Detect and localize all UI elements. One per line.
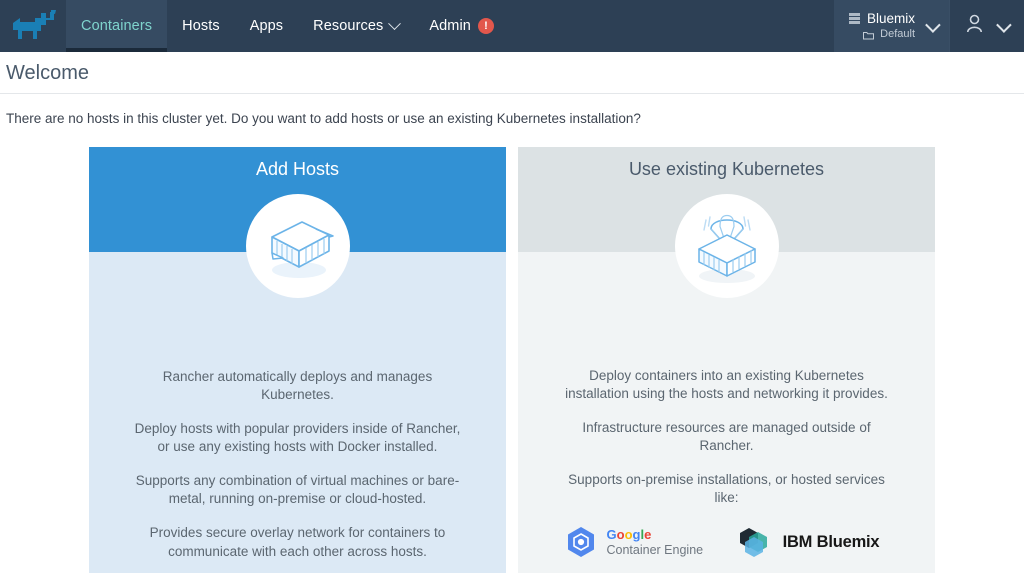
hosted-services-logos: Google Container Engine IBM Bluemix [564, 525, 890, 573]
shipping-container-icon [245, 194, 350, 298]
navbar-right: Bluemix Default [833, 0, 1024, 52]
environment-name: Bluemix [866, 10, 915, 26]
rancher-cow-logo [7, 9, 59, 43]
user-menu[interactable] [949, 0, 1024, 52]
nav-label-admin: Admin [429, 18, 471, 34]
top-navbar: Containers Hosts Apps Resources Admin ! [0, 0, 1024, 52]
chevron-down-icon [925, 16, 941, 33]
google-container-engine-logo: Google Container Engine [564, 525, 727, 559]
card-add-hosts-paragraph-4: Provides secure overlay network for cont… [149, 525, 446, 559]
environment-name-row: Bluemix [848, 11, 915, 27]
card-add-hosts-paragraph-3: Supports any combination of virtual mach… [135, 473, 460, 507]
card-add-hosts-text: Rancher automatically deploys and manage… [89, 368, 506, 573]
environment-switcher[interactable]: Bluemix Default [833, 0, 949, 52]
environment-labels: Bluemix Default [848, 11, 915, 41]
card-add-hosts-body: Rancher automatically deploys and manage… [89, 194, 506, 573]
card-kubernetes-paragraph-2: Infrastructure resources are managed out… [582, 420, 871, 454]
nav-item-hosts[interactable]: Hosts [167, 0, 235, 52]
option-cards: Add Hosts Rancher automatically deploys … [0, 147, 1024, 573]
chevron-down-icon [996, 16, 1012, 33]
nav-item-admin[interactable]: Admin ! [414, 0, 509, 52]
nav-item-apps[interactable]: Apps [235, 0, 298, 52]
ibm-wordmark: IBM [782, 532, 813, 551]
admin-alert-badge: ! [477, 18, 494, 34]
nav-item-resources[interactable]: Resources [298, 0, 414, 52]
ibm-bluemix-text: IBM Bluemix [783, 533, 880, 552]
google-wordmark: Google [606, 527, 652, 543]
parachute-container-icon [674, 194, 779, 298]
folder-icon [863, 30, 875, 40]
environment-project: Default [880, 28, 915, 41]
card-use-existing-kubernetes[interactable]: Use existing Kubernetes Deploy container… [518, 147, 935, 573]
server-stack-icon [848, 12, 861, 25]
nav-item-containers[interactable]: Containers [66, 0, 168, 52]
intro-text: There are no hosts in this cluster yet. … [6, 111, 641, 126]
nav-label-hosts: Hosts [182, 18, 220, 34]
bluemix-wordmark: Bluemix [816, 532, 880, 551]
card-use-existing-kubernetes-text: Deploy containers into an existing Kuber… [518, 367, 935, 523]
nav-label-apps: Apps [249, 18, 284, 34]
card-add-hosts[interactable]: Add Hosts Rancher automatically deploys … [89, 147, 506, 573]
google-container-engine-text: Google Container Engine [606, 527, 704, 557]
user-icon [966, 14, 983, 38]
chevron-down-icon [388, 16, 402, 30]
nav-label-containers: Containers [81, 18, 153, 34]
card-add-hosts-paragraph-2: Deploy hosts with popular providers insi… [134, 421, 461, 455]
page-title: Welcome [6, 62, 89, 84]
card-kubernetes-paragraph-1: Deploy containers into an existing Kuber… [565, 368, 888, 402]
environment-project-row: Default [863, 28, 915, 41]
card-use-existing-kubernetes-body: Deploy containers into an existing Kuber… [518, 194, 935, 573]
ibm-bluemix-logo: IBM Bluemix [727, 526, 890, 558]
rancher-logo-link[interactable] [0, 0, 66, 52]
main-nav: Containers Hosts Apps Resources Admin ! [66, 0, 509, 52]
google-product-name: Container Engine [606, 542, 704, 557]
card-kubernetes-paragraph-3: Supports on-premise installations, or ho… [568, 472, 885, 506]
card-add-hosts-paragraph-1: Rancher automatically deploys and manage… [162, 369, 433, 403]
nav-label-resources: Resources [313, 18, 384, 34]
